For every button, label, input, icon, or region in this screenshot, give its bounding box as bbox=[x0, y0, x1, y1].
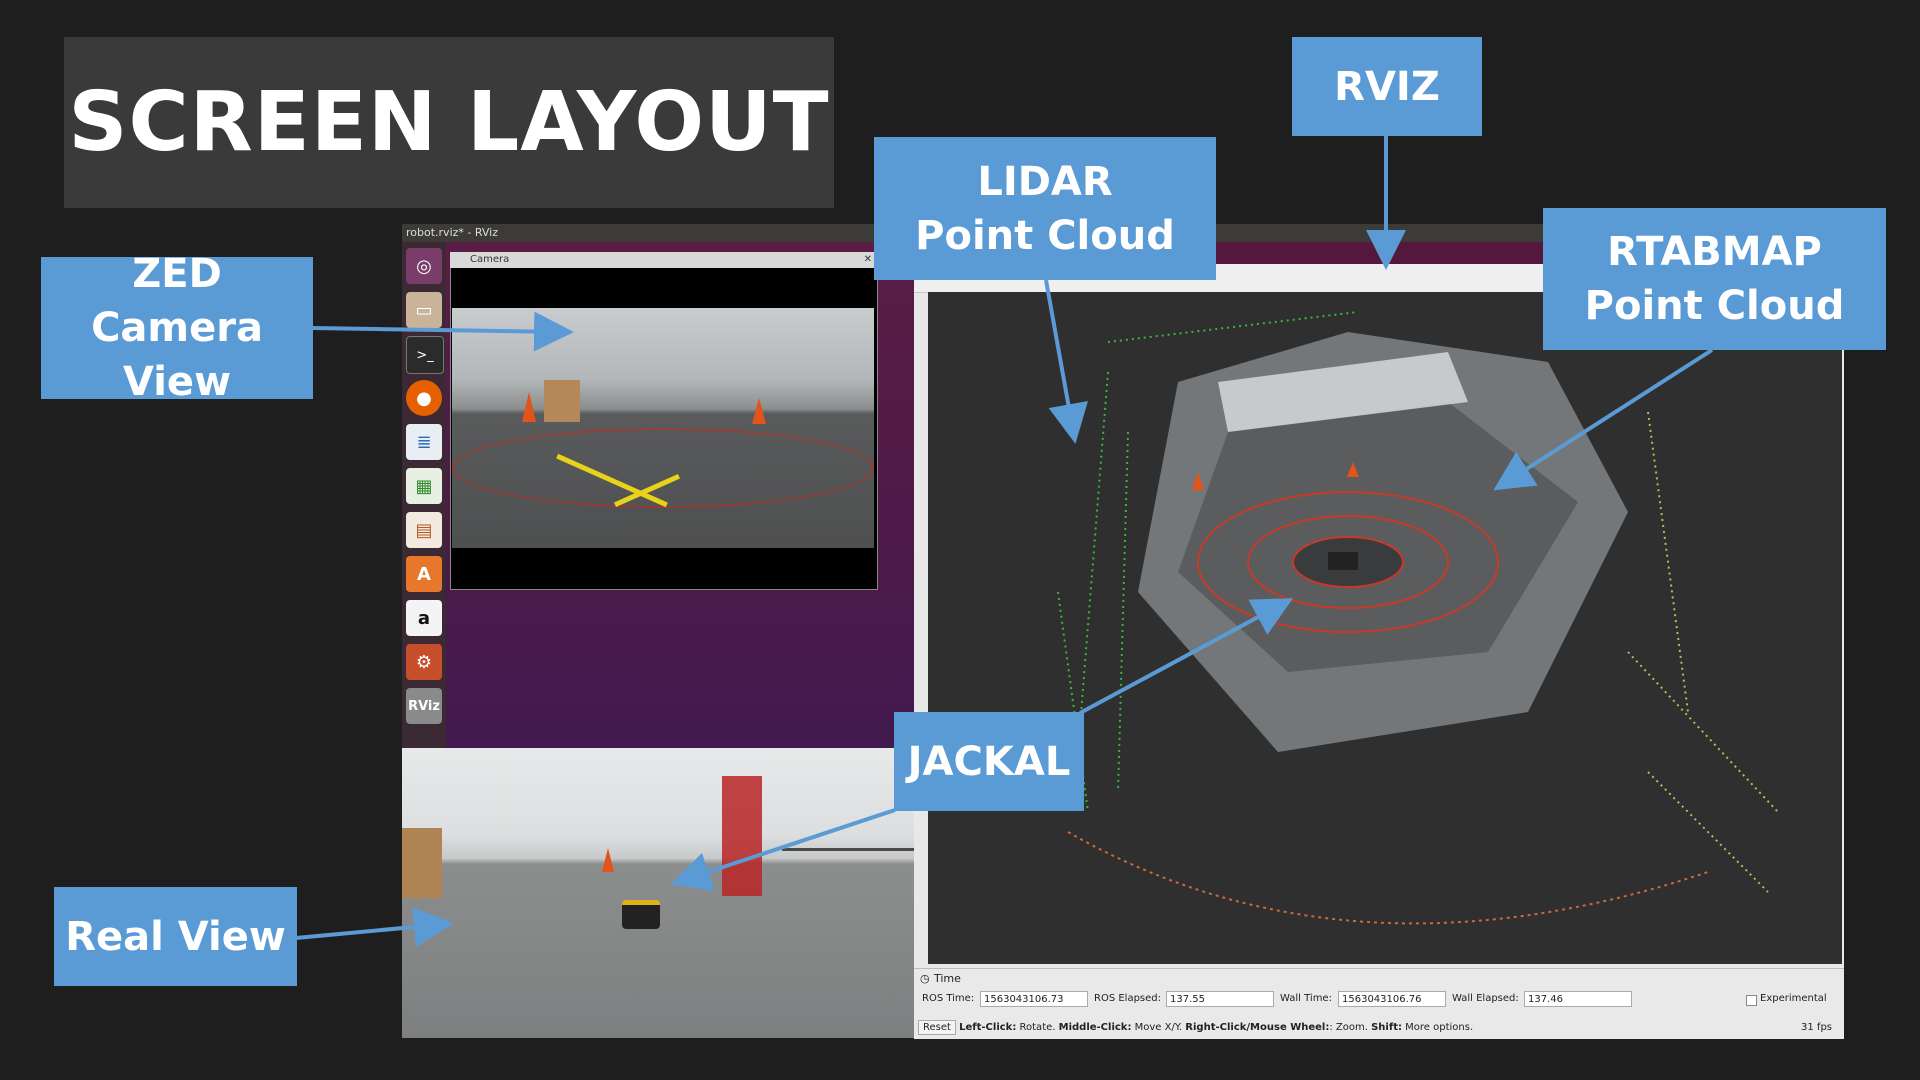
ubuntu-icon[interactable]: ◎ bbox=[406, 248, 442, 284]
help-shift: Shift: bbox=[1371, 1022, 1402, 1033]
rviz-3d-view[interactable] bbox=[928, 292, 1842, 964]
callout-rtabmap: RTABMAP Point Cloud bbox=[1543, 208, 1886, 350]
boxes bbox=[544, 380, 580, 422]
experimental-label: Experimental bbox=[1760, 993, 1827, 1004]
callout-rviz: RVIZ bbox=[1292, 37, 1482, 136]
close-icon[interactable]: ✕ bbox=[864, 252, 872, 268]
cone-icon bbox=[752, 398, 766, 424]
ladder bbox=[722, 776, 762, 896]
calc-icon[interactable]: ▦ bbox=[406, 468, 442, 504]
fps-counter: 31 fps bbox=[1801, 1022, 1832, 1033]
callout-rtabmap-line1: RTABMAP bbox=[1607, 229, 1822, 275]
time-panel-title: Time bbox=[934, 972, 961, 985]
firefox-icon[interactable]: ● bbox=[406, 380, 442, 416]
experimental-checkbox[interactable] bbox=[1746, 995, 1757, 1006]
wall-elapsed-label: Wall Elapsed: bbox=[1452, 993, 1519, 1004]
rviz-icon[interactable]: RViz bbox=[406, 688, 442, 724]
software-center-label: A bbox=[417, 563, 431, 585]
callout-zed-line2: View bbox=[122, 359, 232, 405]
callout-real-view: Real View bbox=[54, 887, 297, 986]
rviz-status-bar: Reset Left-Click: Rotate. Middle-Click: … bbox=[914, 1017, 1844, 1039]
software-center-icon[interactable]: A bbox=[406, 556, 442, 592]
real-view-photo bbox=[402, 748, 914, 1038]
amazon-icon[interactable]: a bbox=[406, 600, 442, 636]
help-rightclick: Right-Click/Mouse Wheel: bbox=[1185, 1022, 1330, 1033]
amazon-label: a bbox=[417, 607, 431, 629]
writer-icon[interactable]: ≣ bbox=[406, 424, 442, 460]
terminal-icon[interactable]: >_ bbox=[406, 336, 444, 374]
files-icon[interactable]: ▭ bbox=[406, 292, 442, 328]
ros-time-field[interactable]: 1563043106.73 bbox=[980, 991, 1088, 1007]
reset-button[interactable]: Reset bbox=[918, 1020, 956, 1035]
callout-lidar-line2: Point Cloud bbox=[915, 212, 1175, 259]
settings-icon[interactable]: ⚙ bbox=[406, 644, 442, 680]
callout-rviz-label: RVIZ bbox=[1334, 63, 1440, 110]
callout-real-view-label: Real View bbox=[65, 913, 286, 960]
point-cloud-render bbox=[1057, 311, 1779, 925]
camera-window-titlebar[interactable]: Camera ✕ bbox=[450, 252, 876, 268]
lidar-ring bbox=[452, 428, 874, 508]
callout-rtabmap-line2: Point Cloud bbox=[1584, 283, 1845, 329]
rviz-time-panel: ◷ Time ROS Time: 1563043106.73 ROS Elaps… bbox=[914, 968, 1844, 1039]
ros-elapsed-label: ROS Elapsed: bbox=[1094, 993, 1161, 1004]
ros-elapsed-field[interactable]: 137.55 bbox=[1166, 991, 1274, 1007]
wall-time-field[interactable]: 1563043106.76 bbox=[1338, 991, 1446, 1007]
help-more: More options. bbox=[1401, 1022, 1474, 1033]
zed-camera-image bbox=[452, 308, 874, 548]
table bbox=[782, 848, 914, 891]
callout-jackal: JACKAL bbox=[894, 712, 1084, 811]
help-zoom: : Zoom. bbox=[1329, 1022, 1372, 1033]
rviz-launcher-label: RViz bbox=[408, 698, 440, 714]
wall-time-label: Wall Time: bbox=[1280, 993, 1332, 1004]
callout-lidar: LIDAR Point Cloud bbox=[874, 137, 1216, 280]
callout-jackal-label: JACKAL bbox=[907, 738, 1071, 785]
ros-time-label: ROS Time: bbox=[922, 993, 975, 1004]
help-leftclick: Left-Click: bbox=[959, 1022, 1017, 1033]
slide-title: SCREEN LAYOUT bbox=[68, 75, 830, 170]
callout-zed-line1: ZED Camera bbox=[91, 251, 263, 351]
impress-icon[interactable]: ▤ bbox=[406, 512, 442, 548]
cone-icon bbox=[602, 848, 614, 872]
boxes bbox=[402, 828, 442, 898]
jackal-robot bbox=[622, 900, 660, 929]
camera-title: Camera bbox=[470, 254, 510, 265]
help-move: Move X/Y. bbox=[1131, 1022, 1186, 1033]
cone-icon bbox=[522, 392, 536, 422]
callout-lidar-line1: LIDAR bbox=[977, 158, 1113, 205]
slide-title-box: SCREEN LAYOUT bbox=[64, 37, 834, 208]
wall-elapsed-field[interactable]: 137.46 bbox=[1524, 991, 1632, 1007]
callout-zed-camera: ZED Camera View bbox=[41, 251, 313, 405]
help-middleclick: Middle-Click: bbox=[1058, 1022, 1132, 1033]
clock-icon: ◷ bbox=[920, 972, 930, 985]
help-rotate: Rotate. bbox=[1016, 1022, 1059, 1033]
